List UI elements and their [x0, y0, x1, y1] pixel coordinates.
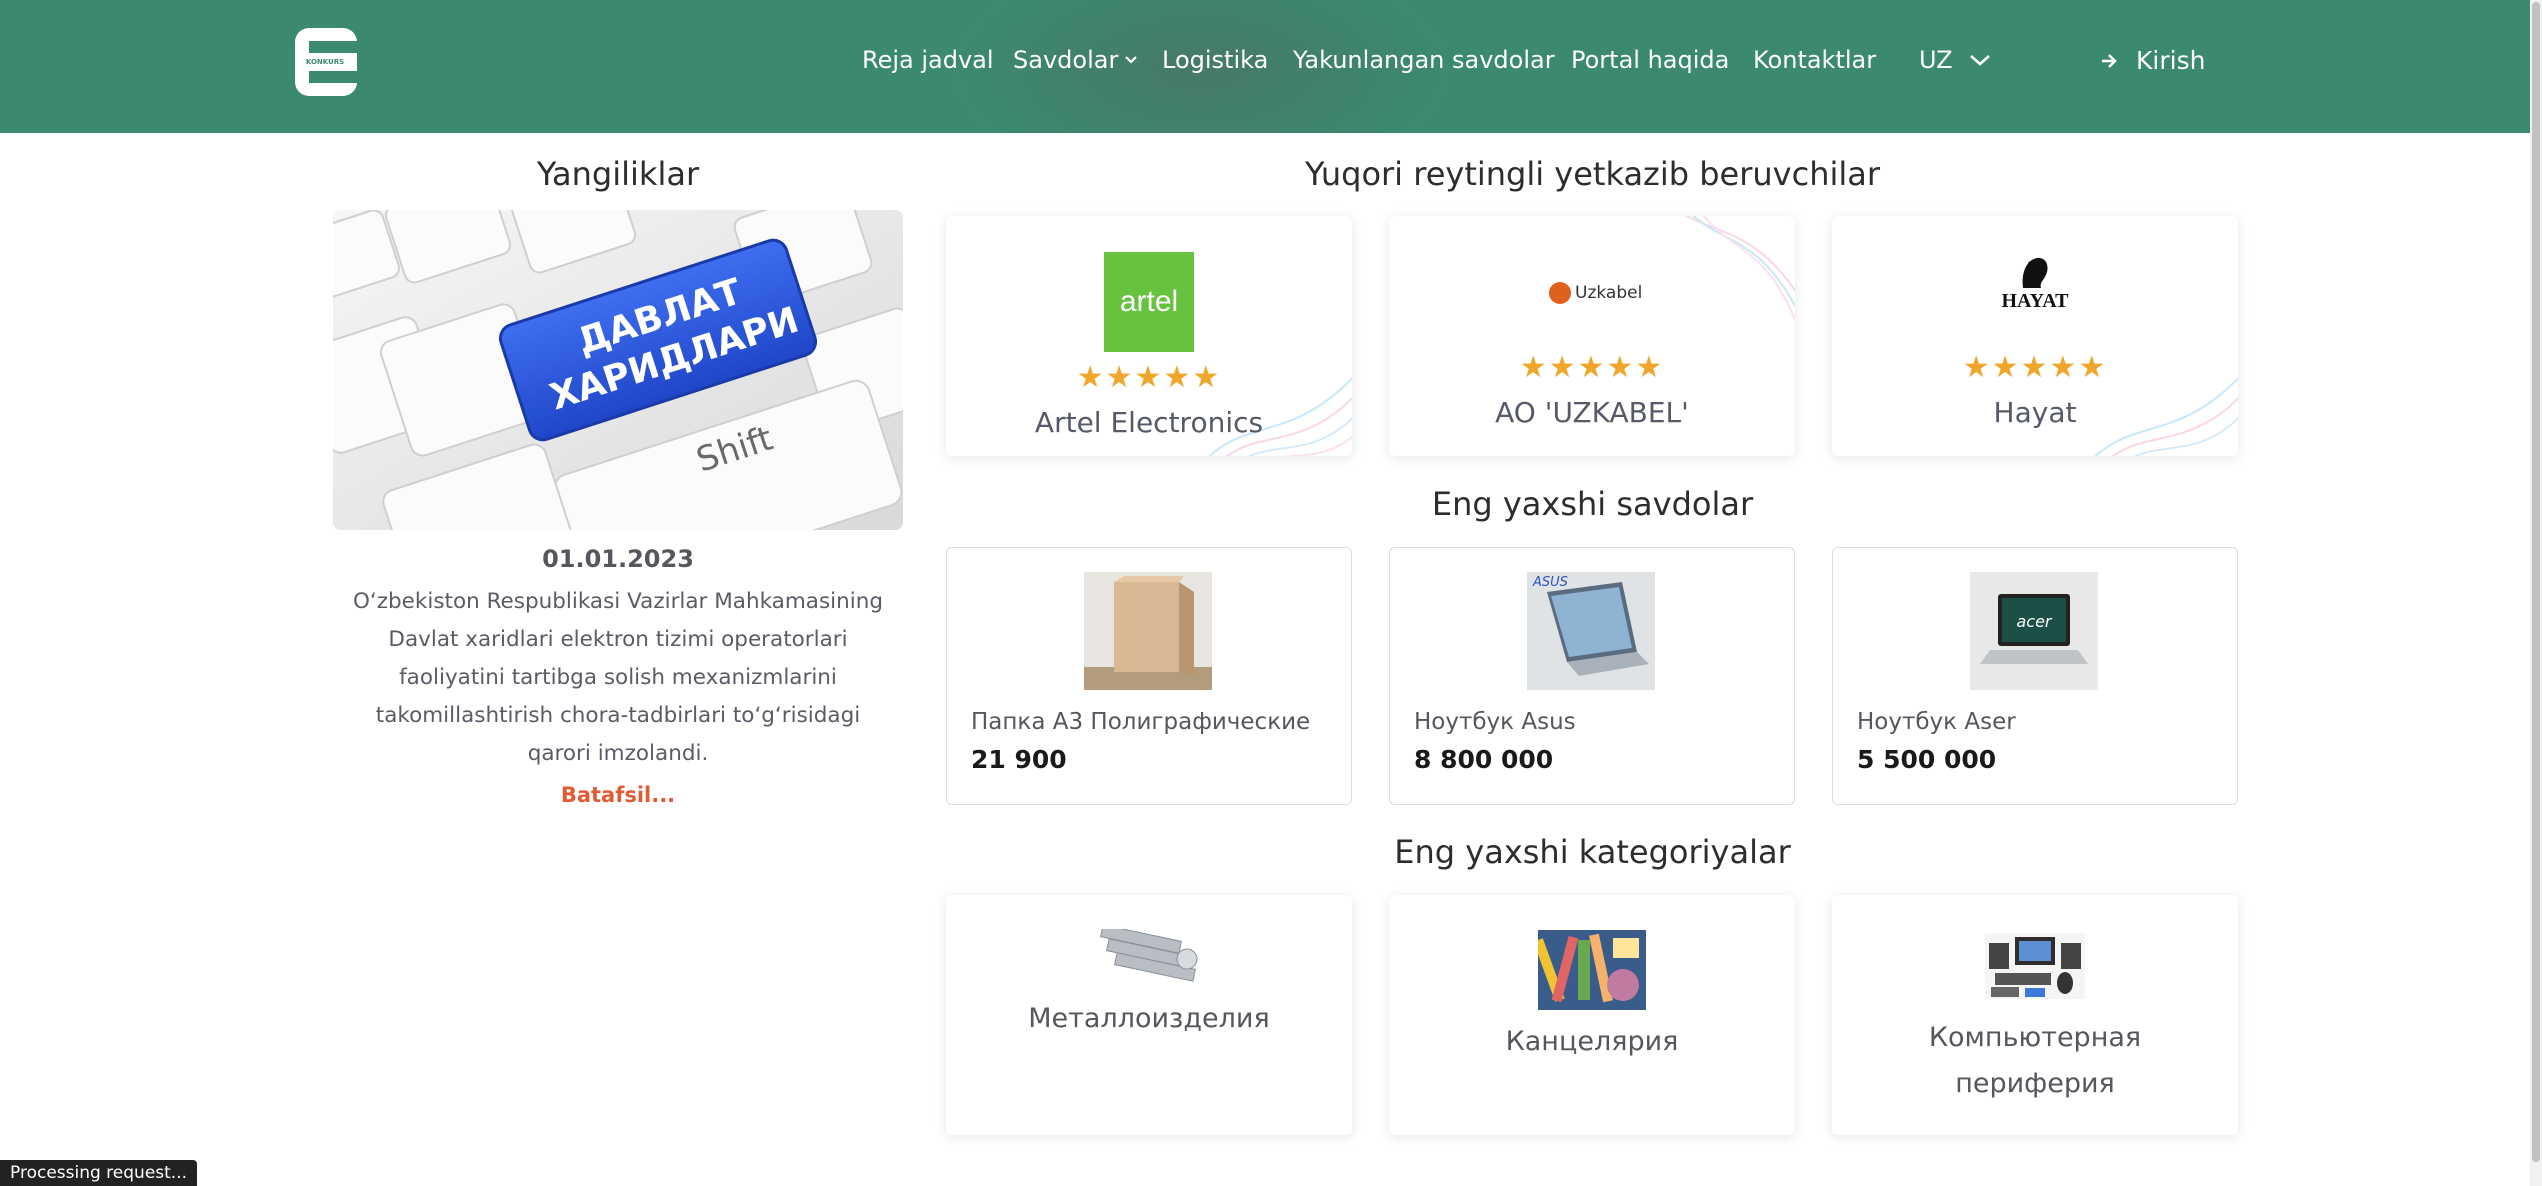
page-scrollbar[interactable]	[2530, 0, 2542, 1186]
deals-title: Eng yaxshi savdolar	[1431, 485, 1754, 523]
product-name: Ноутбук Aser	[1857, 709, 2016, 735]
product-price: 8 800 000	[1414, 745, 1554, 774]
supplier-name: Hayat	[1993, 396, 2077, 429]
category-name: Компьютерная периферия	[1928, 1022, 2142, 1099]
nav-reja-jadval[interactable]: Reja jadval	[862, 46, 994, 74]
supplier-name: AO 'UZKABEL'	[1495, 396, 1689, 429]
konkurs-logo[interactable]: KONKURS	[295, 28, 357, 96]
suppliers-title: Yuqori reytingli yetkazib beruvchilar	[1304, 155, 1881, 193]
hayat-logo: HAYAT	[1985, 252, 2085, 322]
deal-card[interactable]: Папка А3 Полиграфические 21 900	[946, 547, 1352, 805]
decorative-swirl-icon	[2094, 376, 2238, 456]
read-more-link[interactable]: Batafsil...	[333, 783, 903, 807]
category-name: Канцелярия	[1505, 1026, 1679, 1057]
supplier-card-uzkabel[interactable]: Uzkabel ★★★★★ AO 'UZKABEL'	[1389, 216, 1795, 456]
product-name: Ноутбук Asus	[1414, 709, 1576, 735]
chevron-down-icon	[1125, 56, 1138, 64]
svg-text:ASUS: ASUS	[1532, 575, 1568, 590]
news-title: Yangiliklar	[536, 155, 700, 193]
uzkabel-wordmark: Uzkabel	[1575, 283, 1643, 303]
stationery-icon	[1538, 930, 1646, 1010]
supplier-card-artel[interactable]: artel ★★★★★ Artel Electronics	[946, 216, 1352, 456]
supplier-card-hayat[interactable]: HAYAT ★★★★★ Hayat	[1832, 216, 2238, 456]
keyboard-image: ДАВЛАТ ХАРИДЛАРИ Shift	[333, 210, 903, 530]
chevron-down-icon	[1969, 55, 1990, 66]
category-card-peripherals[interactable]: Компьютерная периферия	[1832, 895, 2238, 1135]
language-label: UZ	[1919, 46, 1953, 74]
status-bar: Processing request...	[0, 1160, 198, 1186]
artel-logo: artel	[1104, 252, 1194, 352]
hayat-wordmark: HAYAT	[2001, 290, 2069, 312]
lion-icon	[2022, 257, 2048, 288]
news-date: 01.01.2023	[542, 545, 694, 573]
category-card-metal[interactable]: Металлоизделия	[946, 895, 1352, 1135]
news-text: O‘zbekiston Respublikasi Vazirlar Mahkam…	[352, 589, 883, 766]
computer-peripherals-icon	[1985, 933, 2085, 999]
uzkabel-logo: Uzkabel	[1549, 282, 1642, 304]
nav-yakunlangan-savdolar[interactable]: Yakunlangan savdolar	[1293, 46, 1555, 74]
scrollbar-thumb[interactable]	[2532, 2, 2540, 1162]
login-button[interactable]: Kirish	[2100, 46, 2205, 75]
product-name: Папка А3 Полиграфические	[971, 709, 1311, 735]
deal-card[interactable]: ASUS Ноутбук Asus 8 800 000	[1389, 547, 1795, 805]
nav-savdolar-label: Savdolar	[1013, 46, 1119, 74]
uzkabel-mark-icon	[1549, 282, 1571, 304]
site-header: KONKURS Reja jadval Savdolar Logistika Y…	[0, 0, 2542, 133]
star-rating: ★★★★★	[1519, 350, 1665, 385]
decorative-swirl-icon	[1684, 216, 1795, 323]
login-label: Kirish	[2136, 46, 2206, 75]
arrow-right-icon	[2102, 53, 2117, 68]
category-name: Металлоизделия	[1028, 1003, 1270, 1034]
svg-text:KONKURS: KONKURS	[306, 58, 344, 66]
product-image	[1084, 572, 1212, 690]
language-select[interactable]: UZ	[1919, 46, 1993, 74]
news-image[interactable]: ДАВЛАТ ХАРИДЛАРИ Shift	[333, 210, 903, 530]
categories-title: Eng yaxshi kategoriyalar	[1394, 833, 1791, 871]
star-rating: ★★★★★	[1962, 350, 2108, 385]
nav-kontaktlar[interactable]: Kontaktlar	[1753, 46, 1876, 74]
product-image: ASUS	[1527, 572, 1655, 690]
product-price: 5 500 000	[1857, 745, 1997, 774]
star-rating: ★★★★★	[1076, 360, 1222, 395]
product-price: 21 900	[971, 745, 1067, 774]
supplier-name: Artel Electronics	[1034, 406, 1264, 439]
nav-savdolar[interactable]: Savdolar	[1013, 46, 1138, 74]
product-image: acer	[1970, 572, 2098, 690]
nav-logistika[interactable]: Logistika	[1162, 46, 1268, 74]
metal-products-icon	[1100, 929, 1198, 982]
deal-card[interactable]: acer Ноутбук Aser 5 500 000	[1832, 547, 2238, 805]
category-card-stationery[interactable]: Канцелярия	[1389, 895, 1795, 1135]
nav-portal-haqida[interactable]: Portal haqida	[1571, 46, 1729, 74]
svg-text:acer: acer	[2016, 612, 2052, 631]
